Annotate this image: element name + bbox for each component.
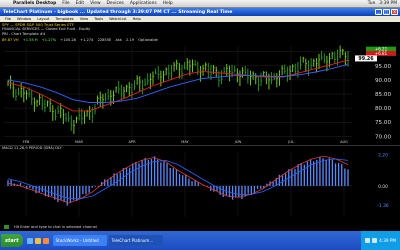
media-icon[interactable]: [42, 237, 49, 244]
month-label: JUL: [287, 140, 294, 144]
menu-layout[interactable]: Layout: [34, 17, 52, 21]
macd-zero-label: 0.00: [378, 184, 388, 190]
menu-window[interactable]: Window: [14, 17, 34, 21]
menu-templates[interactable]: Templates: [52, 17, 76, 21]
macd-bottom-label: -1.36: [377, 203, 389, 209]
quote-value: +100.28: [60, 38, 76, 42]
quote-value: +1.55 H: [22, 38, 38, 42]
menu-file[interactable]: File: [2, 17, 14, 21]
menu-tools[interactable]: Tools: [91, 17, 106, 21]
price-tick-label: 80.00: [375, 106, 391, 112]
price-tick-label: 70.00: [375, 134, 391, 140]
macd-label: MACD 12,26,9 PERIOD (SMA) DLY: [2, 146, 62, 150]
taskbar: start StockWorkz - Untitled TeleChart Pl…: [0, 231, 400, 250]
desktop-icon[interactable]: [34, 237, 41, 244]
month-label: AUG: [340, 140, 348, 144]
month-label: FEB: [23, 140, 30, 144]
window-title: TeleChart Platinum - bigbook ... Updated…: [3, 9, 233, 15]
price-badge-label: +6.81: [375, 51, 388, 56]
tray-icon[interactable]: [372, 238, 378, 243]
menu-watchlist[interactable]: WatchList: [106, 17, 129, 21]
menu-view[interactable]: View: [77, 17, 92, 21]
quick-launch: [26, 237, 49, 244]
start-button[interactable]: start: [1, 234, 23, 247]
month-label: APR: [128, 140, 136, 144]
price-chart[interactable]: 100.0095.0090.0085.0080.0075.0070.00FEBM…: [0, 43, 400, 145]
mac-menu-bar: Parallels Desktop File Edit View Devices…: [0, 0, 400, 8]
maximize-button[interactable]: □: [383, 9, 390, 15]
task-telechart[interactable]: TeleChart Platinum...: [108, 235, 163, 246]
close-button[interactable]: ×: [391, 9, 398, 15]
chat-icon: [4, 225, 9, 229]
quote-value: Ask: [115, 38, 122, 42]
macd-chart[interactable]: 2.20 0.00 -1.36: [0, 145, 400, 223]
mac-menu-time: 3:39 PM: [379, 1, 397, 6]
mac-menu-edit[interactable]: Edit: [73, 1, 88, 6]
mac-menu-view[interactable]: View: [87, 1, 103, 6]
macd-line: [7, 155, 349, 204]
mac-menu-app[interactable]: Parallels Desktop: [10, 1, 59, 6]
task-stockworkz[interactable]: StockWorkz - Untitled: [52, 235, 107, 246]
mac-menu-applications[interactable]: Applications: [127, 1, 160, 6]
month-label: MAR: [75, 140, 84, 144]
mac-menu-help[interactable]: Help: [160, 1, 176, 6]
ma-line-blue: [7, 63, 349, 103]
mac-menu-day: Tue: [367, 1, 376, 6]
price-tick-label: 95.00: [375, 64, 391, 70]
window-title-bar: TeleChart Platinum - bigbook ... Updated…: [0, 8, 400, 16]
signal-line: [7, 158, 349, 200]
price-tick-label: 90.00: [375, 78, 391, 84]
tray-icon[interactable]: [365, 238, 371, 243]
quote-value: 2.19: [126, 38, 135, 42]
chat-status-bar[interactable]: Hit Enter and type to chat in selected c…: [0, 223, 400, 231]
ma-line-red: [7, 59, 349, 112]
status-text: Hit Enter and type to chat in selected c…: [14, 225, 97, 229]
price-tick-label: 85.00: [375, 92, 391, 98]
quote-value: +1.27%: [41, 38, 57, 42]
quote-value: 22855E: [97, 38, 112, 42]
menu-help[interactable]: Help: [130, 17, 144, 21]
quote-value: Optionable: [138, 38, 158, 42]
current-price-label: 99.26: [358, 56, 374, 62]
quote-value: +1,274: [80, 38, 94, 42]
system-tray: 4:39 PM: [361, 231, 400, 250]
minimize-button[interactable]: _: [375, 9, 382, 15]
month-label: JUN: [234, 140, 242, 144]
quote-value: 89.87 VH: [2, 38, 19, 42]
mac-menu-devices[interactable]: Devices: [104, 1, 127, 6]
ie-icon[interactable]: [26, 237, 33, 244]
clock: 4:39 PM: [379, 238, 396, 243]
month-label: MAY: [181, 140, 189, 144]
price-tick-label: 75.00: [375, 120, 391, 126]
macd-top-label: 2.20: [378, 153, 388, 159]
mac-menu-file[interactable]: File: [59, 1, 72, 6]
